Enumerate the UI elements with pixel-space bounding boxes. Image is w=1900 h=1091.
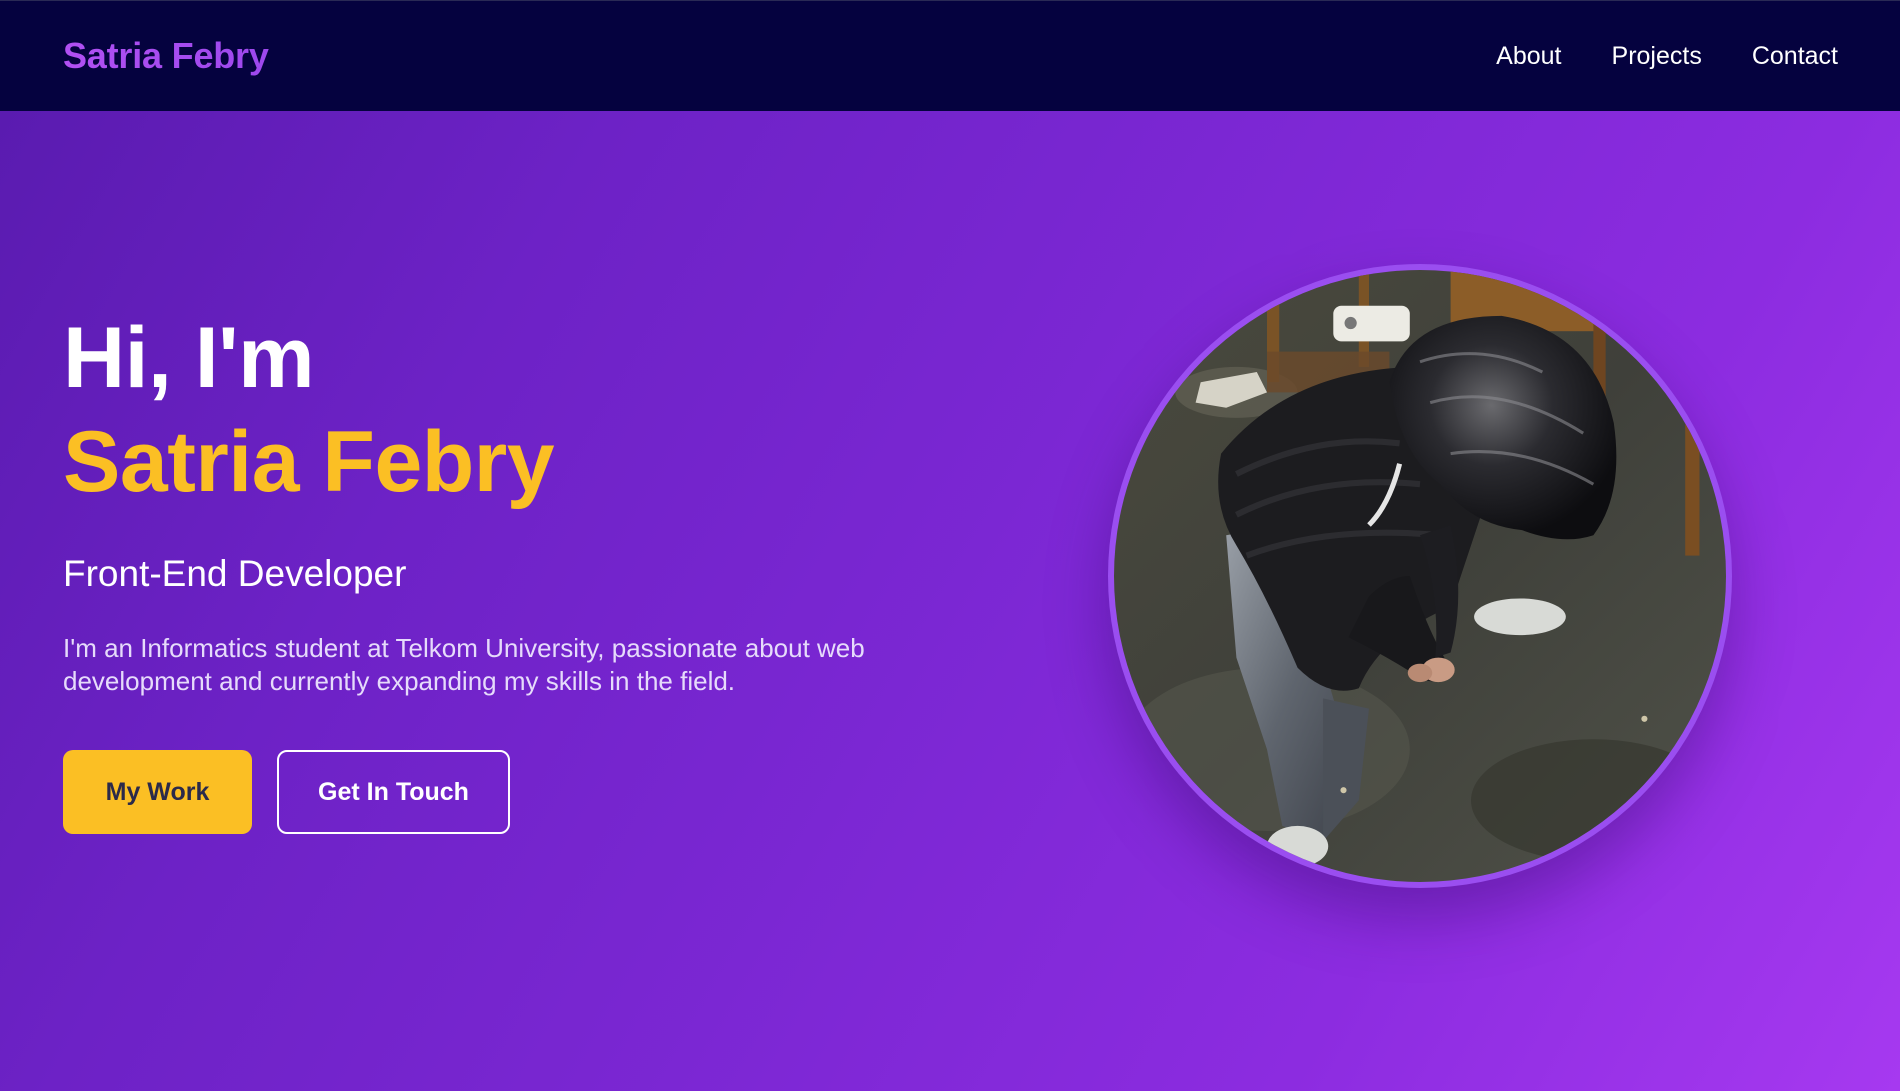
hero-greeting: Hi, I'm <box>63 310 315 406</box>
get-in-touch-button[interactable]: Get In Touch <box>277 750 510 834</box>
nav-links: About Projects Contact <box>1496 42 1838 71</box>
nav-link-about[interactable]: About <box>1496 42 1561 71</box>
hero-bio: I'm an Informatics student at Telkom Uni… <box>63 633 865 696</box>
profile-photo-frame <box>1108 264 1732 888</box>
profile-photo <box>1114 270 1726 882</box>
navbar: Satria Febry About Projects Contact <box>0 0 1900 111</box>
hero-buttons: My Work Get In Touch <box>63 750 923 834</box>
hero-role: Front-End Developer <box>63 553 407 594</box>
my-work-button[interactable]: My Work <box>63 750 252 834</box>
hero-name: Satria Febry <box>63 414 555 510</box>
nav-link-projects[interactable]: Projects <box>1612 42 1702 71</box>
hero-intro: Hi, I'm Satria Febry Front-End Developer… <box>63 306 923 834</box>
hero-section: Hi, I'm Satria Febry Front-End Developer… <box>0 111 1900 1091</box>
site-logo[interactable]: Satria Febry <box>63 35 269 77</box>
nav-link-contact[interactable]: Contact <box>1752 42 1838 71</box>
